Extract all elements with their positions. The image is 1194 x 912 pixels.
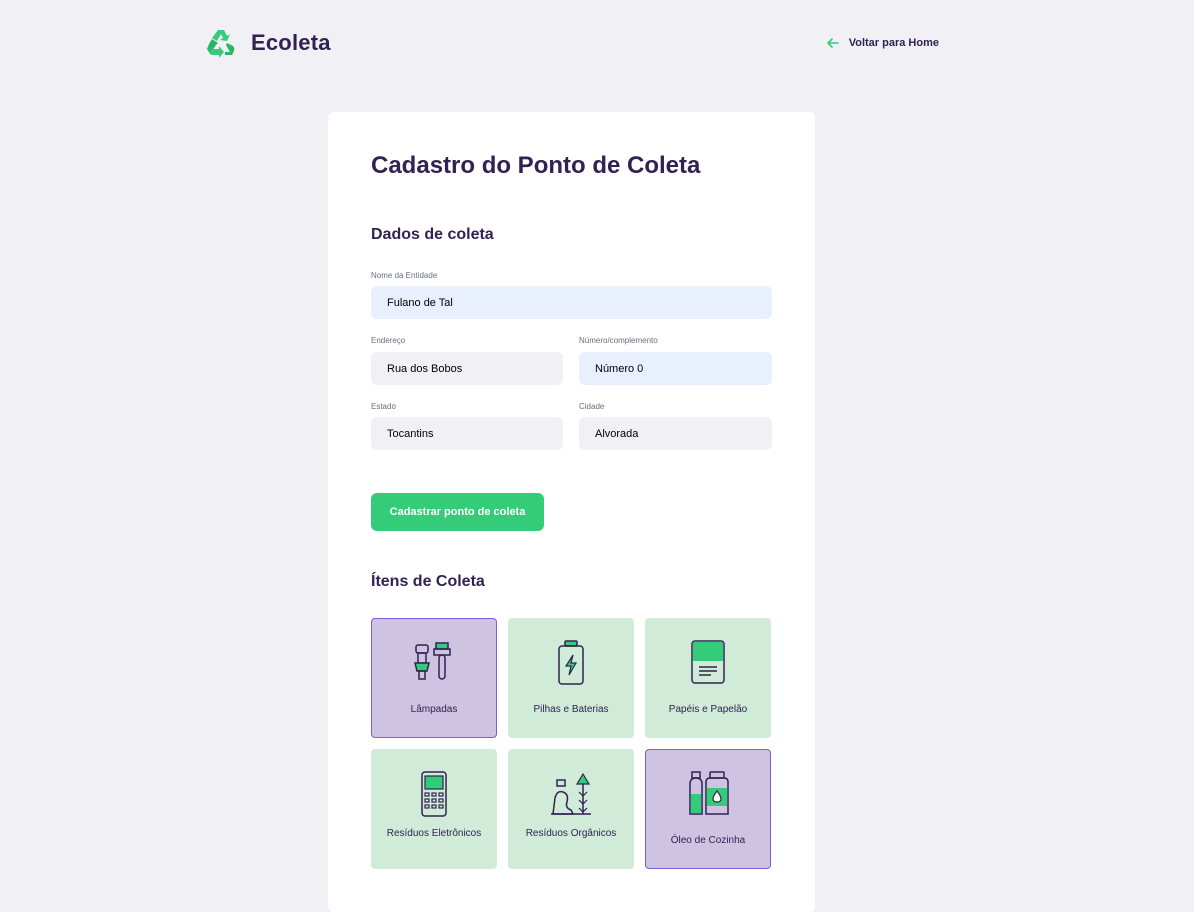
top-header: Ecoleta Voltar para Home xyxy=(205,27,939,61)
number-label: Número/complemento xyxy=(579,336,658,345)
item-residuos-eletronicos[interactable]: Resíduos Eletrônicos xyxy=(371,749,497,869)
state-select[interactable] xyxy=(371,417,563,450)
organic-waste-icon xyxy=(551,772,591,815)
form-card: Cadastro do Ponto de Coleta Dados de col… xyxy=(328,112,815,912)
battery-icon xyxy=(558,640,584,685)
section-title-data: Dados de coleta xyxy=(371,226,494,243)
item-label: Papéis e Papelão xyxy=(668,704,748,715)
number-input[interactable] xyxy=(579,352,772,385)
entity-name-input[interactable] xyxy=(371,286,772,319)
item-label: Resíduos Orgânicos xyxy=(525,828,617,839)
item-residuos-organicos[interactable]: Resíduos Orgânicos xyxy=(508,749,634,869)
paper-icon xyxy=(691,640,725,684)
logo: Ecoleta xyxy=(205,27,331,59)
item-label: Óleo de Cozinha xyxy=(670,835,746,846)
address-label: Endereço xyxy=(371,336,406,345)
city-select[interactable] xyxy=(579,417,772,450)
address-input[interactable] xyxy=(371,352,563,385)
entity-name-label: Nome da Entidade xyxy=(371,271,438,280)
electronics-icon xyxy=(421,771,447,817)
arrow-left-icon xyxy=(826,38,839,48)
state-label: Estado xyxy=(371,402,396,411)
item-oleo-cozinha[interactable]: Óleo de Cozinha xyxy=(645,749,771,869)
back-to-home-link[interactable]: Voltar para Home xyxy=(826,36,939,50)
cooking-oil-icon xyxy=(689,771,729,815)
app-name: Ecoleta xyxy=(251,30,331,55)
item-lampadas[interactable]: Lâmpadas xyxy=(371,618,497,738)
submit-button[interactable]: Cadastrar ponto de coleta xyxy=(371,493,544,531)
section-title-items: Ítens de Coleta xyxy=(371,573,485,590)
recycle-logo-icon xyxy=(207,30,235,58)
item-pilhas-baterias[interactable]: Pilhas e Baterias xyxy=(508,618,634,738)
item-label: Pilhas e Baterias xyxy=(533,704,609,715)
item-papeis-papelao[interactable]: Papéis e Papelão xyxy=(645,618,771,738)
item-label: Lâmpadas xyxy=(410,704,458,715)
page-title: Cadastro do Ponto de Coleta xyxy=(371,152,701,179)
city-label: Cidade xyxy=(579,402,605,411)
light-bulbs-icon xyxy=(414,642,451,680)
back-link-label: Voltar para Home xyxy=(848,37,939,49)
item-label: Resíduos Eletrônicos xyxy=(386,828,482,839)
